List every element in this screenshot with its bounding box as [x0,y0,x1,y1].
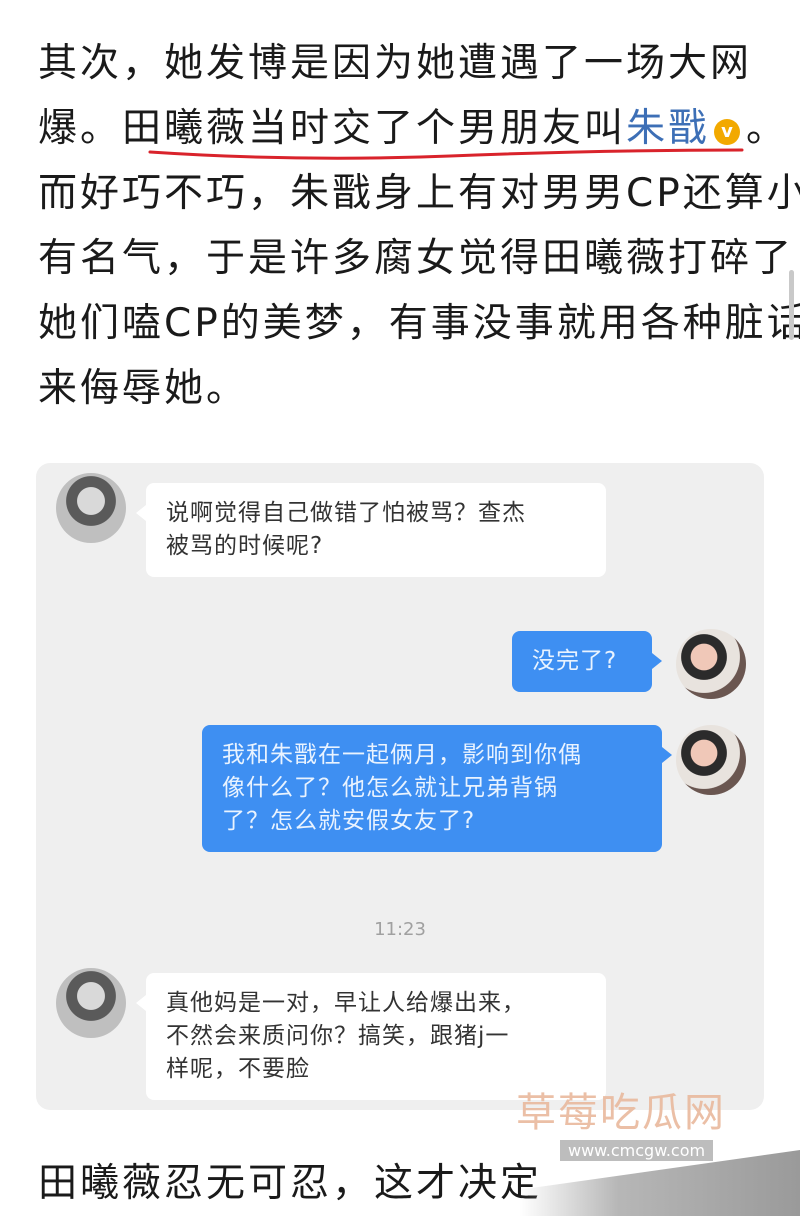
message-line: 说啊觉得自己做错了怕被骂？查杰 [166,500,526,526]
user-link[interactable]: 朱戬 [626,106,710,151]
chat-message-outgoing: 没完了? [512,631,662,692]
paragraph-line: 爆。田曦薇当时交了个男朋友叫朱戬 v。 [38,105,788,153]
paragraph-line: 而好巧不巧，朱戬身上有对男男CP还算小 [38,171,800,216]
paragraph-line: 她们嗑CP的美梦，有事没事就用各种脏话 [38,301,800,346]
message-line: 不然会来质问你？搞笑，跟猪j一 [166,1023,510,1049]
scrollbar[interactable] [789,270,794,340]
message-line: 了？怎么就安假女友了? [222,808,476,834]
paragraph-line: 有名气，于是许多腐女觉得田曦薇打碎了 [38,236,795,281]
message-line: 我和朱戬在一起俩月，影响到你偶 [222,742,582,768]
chat-message-incoming: 说啊觉得自己做错了怕被骂？查杰 被骂的时候呢? [136,483,606,577]
paragraph-text: 爆。田曦薇当时交了个男朋友叫 [38,106,627,151]
paragraph-line: 田曦薇忍无可忍，这才决定 [38,1161,543,1206]
message-line: 被骂的时候呢? [166,533,324,559]
paragraph-line: 来侮辱她。 [38,366,249,411]
chat-timestamp: 11:23 [374,919,426,940]
avatar [56,473,126,543]
avatar [676,725,746,795]
watermark-title: 草莓吃瓜网 [516,1090,726,1136]
paragraph-text: 。 [746,106,789,151]
watermark-url: www.cmcgw.com [560,1140,714,1161]
avatar [56,968,126,1038]
verified-badge-icon: v [714,119,741,145]
message-line: 真他妈是一对，早让人给爆出来， [166,990,526,1016]
message-line: 像什么了？他怎么就让兄弟背锅 [222,775,558,801]
avatar [676,629,746,699]
chat-screenshot: 说啊觉得自己做错了怕被骂？查杰 被骂的时候呢? 没完了? 我和朱戬在一起俩月，影… [36,463,764,1110]
chat-message-outgoing: 我和朱戬在一起俩月，影响到你偶 像什么了？他怎么就让兄弟背锅 了？怎么就安假女友… [202,725,672,852]
paragraph-line: 其次，她发博是因为她遭遇了一场大网 [38,41,753,86]
